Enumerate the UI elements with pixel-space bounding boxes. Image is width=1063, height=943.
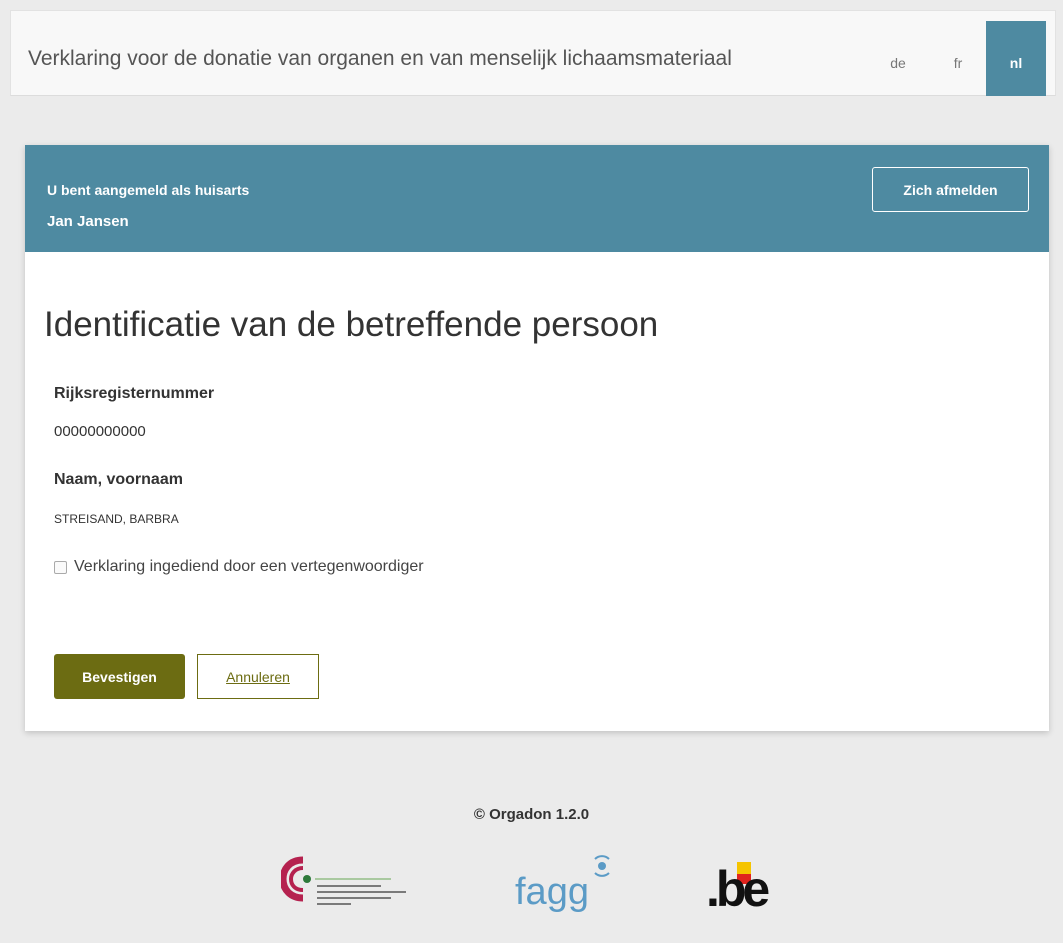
be-logo: .be: [706, 852, 806, 917]
language-option-de[interactable]: de: [868, 22, 928, 96]
logged-in-role: U bent aangemeld als huisarts: [47, 182, 250, 198]
identification-card: U bent aangemeld als huisarts Jan Jansen…: [25, 145, 1049, 731]
representative-checkbox-label[interactable]: Verklaring ingediend door een vertegenwo…: [74, 558, 424, 576]
fagg-logo: fagg: [515, 846, 615, 916]
session-header: U bent aangemeld als huisarts Jan Jansen…: [25, 145, 1049, 252]
name-label: Naam, voornaam: [54, 471, 183, 488]
language-option-fr[interactable]: fr: [928, 22, 988, 96]
name-value: STREISAND, BARBRA: [54, 512, 179, 526]
confirm-button[interactable]: Bevestigen: [54, 654, 185, 699]
copyright: © Orgadon 1.2.0: [473, 806, 590, 823]
page-title: Identificatie van de betreffende persoon: [44, 305, 659, 344]
fagg-logo-text: fagg: [515, 871, 589, 913]
gezondheid-logo: [279, 848, 441, 914]
user-name: Jan Jansen: [47, 213, 129, 230]
national-register-value: 00000000000: [54, 423, 146, 440]
cancel-button[interactable]: Annuleren: [197, 654, 319, 699]
language-option-nl[interactable]: nl: [986, 21, 1046, 96]
representative-checkbox-row[interactable]: Verklaring ingediend door een vertegenwo…: [54, 558, 424, 576]
app-title: Verklaring voor de donatie van organen e…: [28, 47, 732, 70]
representative-checkbox[interactable]: [54, 560, 67, 574]
logout-button[interactable]: Zich afmelden: [872, 167, 1029, 212]
national-register-label: Rijksregisternummer: [54, 385, 215, 402]
be-logo-text: .be: [706, 861, 769, 914]
